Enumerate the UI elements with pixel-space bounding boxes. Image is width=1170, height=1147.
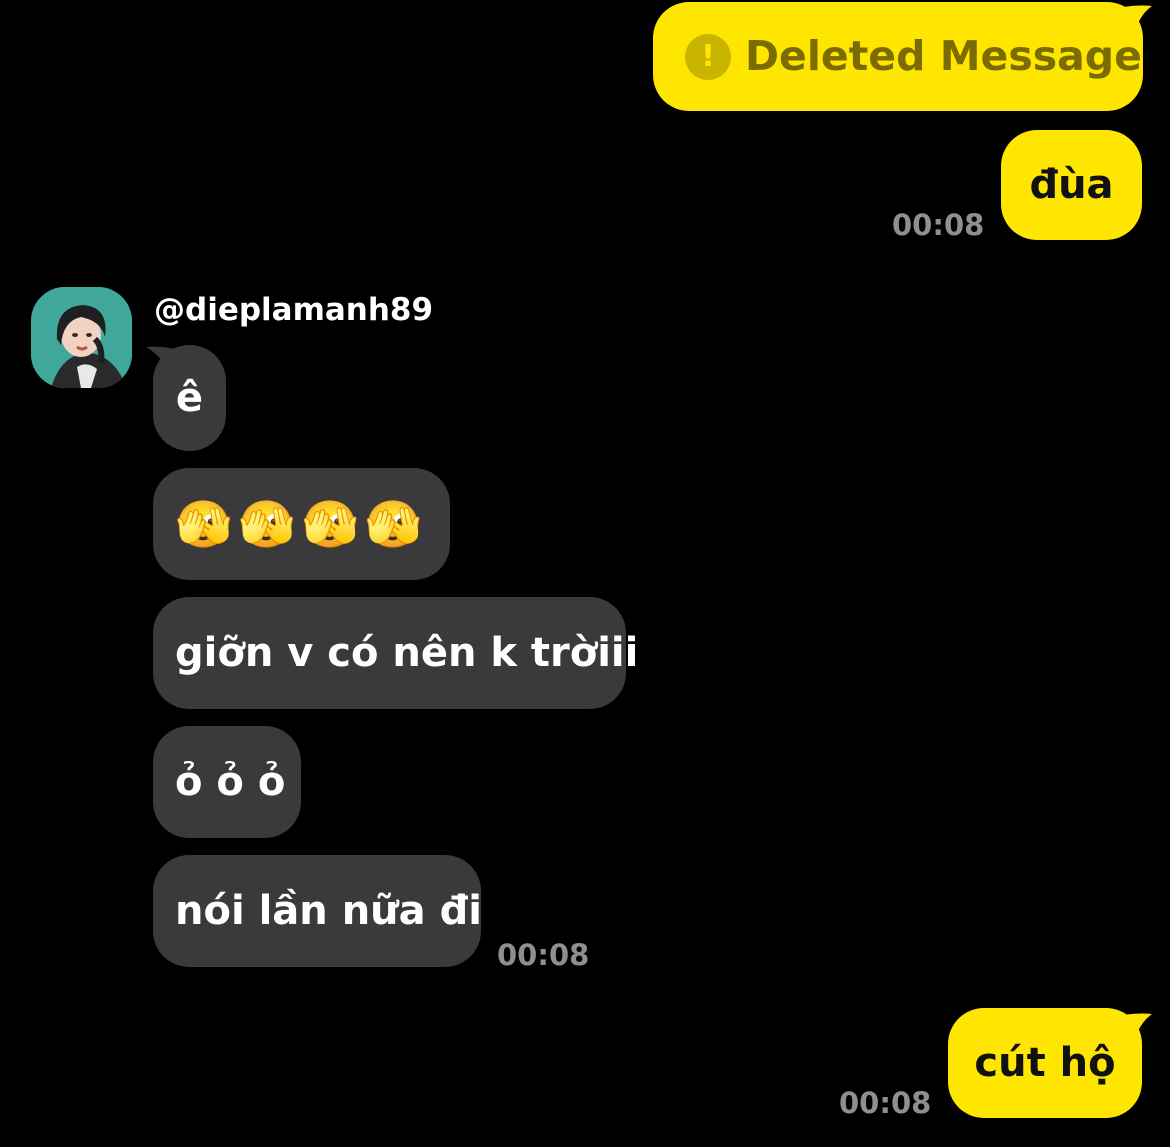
exclamation-circle-icon: !: [685, 33, 731, 80]
avatar[interactable]: [31, 287, 132, 388]
message-text: ê: [175, 375, 204, 421]
incoming-message-bubble[interactable]: giỡn v có nên k trờiii: [153, 597, 638, 709]
bubble-tail-icon: [1112, 1013, 1152, 1044]
message-text: đùa: [1029, 162, 1114, 208]
incoming-message-bubble[interactable]: ê: [153, 345, 226, 451]
message-timestamp: 00:08: [892, 208, 985, 242]
message-timestamp: 00:08: [497, 938, 590, 972]
outgoing-message-bubble[interactable]: đùa: [1001, 130, 1142, 240]
incoming-message-bubble[interactable]: nói lần nữa đi: [153, 855, 482, 967]
message-text: giỡn v có nên k trờiii: [175, 630, 639, 676]
sender-username[interactable]: @dieplamanh89: [154, 292, 433, 328]
message-text: ỏ ỏ ỏ: [175, 759, 286, 805]
incoming-message-bubble[interactable]: ỏ ỏ ỏ: [153, 726, 301, 838]
bubble-tail-icon: [1112, 5, 1152, 36]
deleted-message-text: Deleted Message: [745, 32, 1142, 80]
deleted-message-bubble[interactable]: ! Deleted Message: [653, 2, 1143, 111]
incoming-message-bubble[interactable]: 🫣🫣🫣🫣: [153, 468, 450, 580]
message-text: nói lần nữa đi: [175, 888, 482, 934]
message-timestamp: 00:08: [839, 1086, 932, 1120]
message-text: 🫣🫣🫣🫣: [175, 497, 429, 551]
profile-photo-icon: [31, 287, 132, 388]
message-text: cút hộ: [974, 1040, 1116, 1086]
